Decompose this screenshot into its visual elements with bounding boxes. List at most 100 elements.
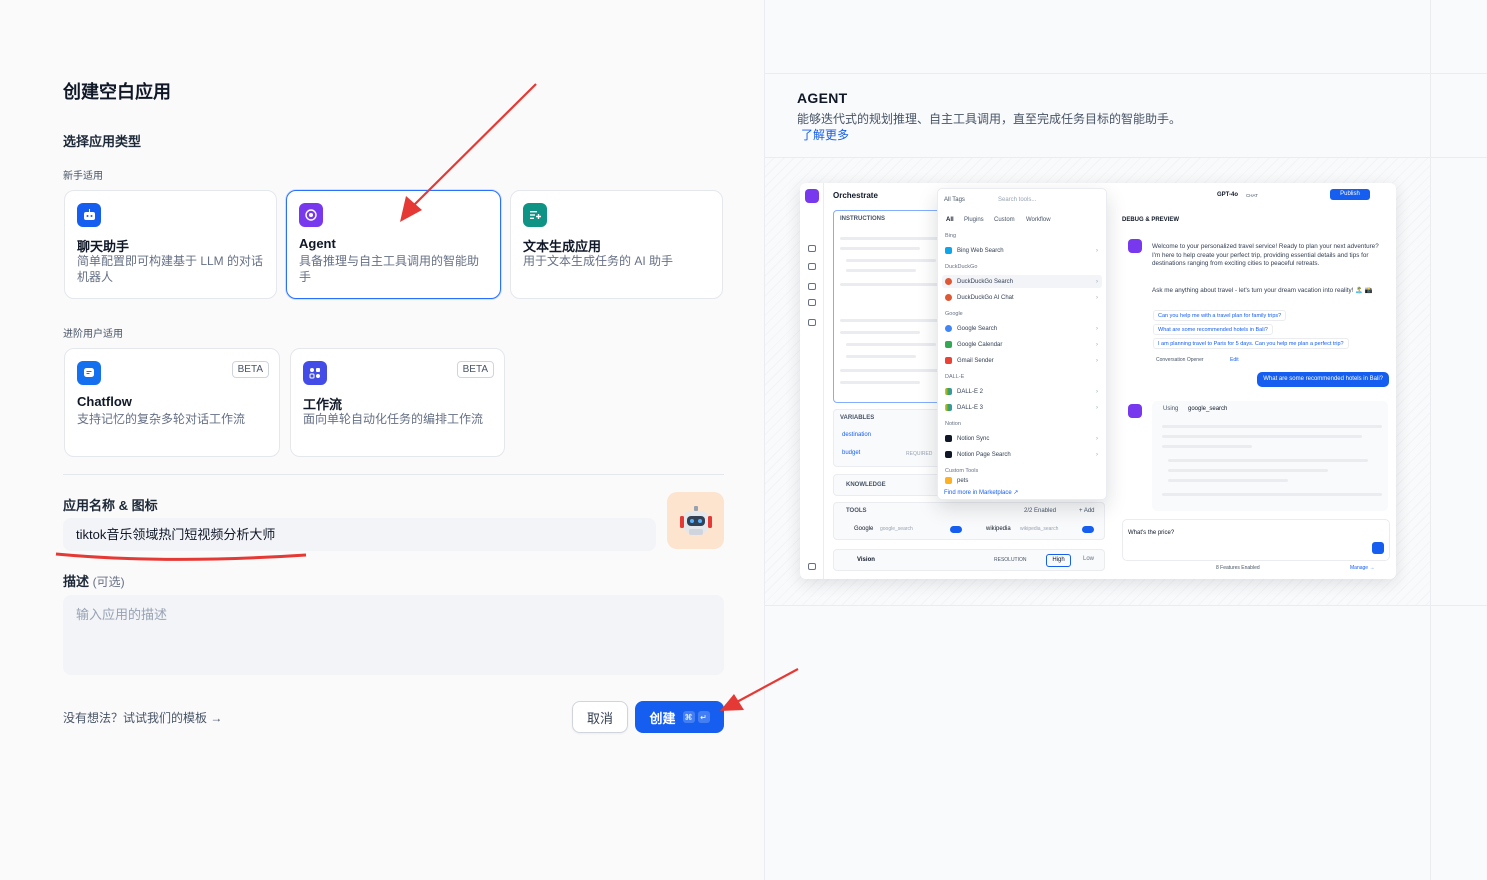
placeholder-line [840,247,920,250]
tool-name: Google Calendar [957,341,1003,348]
nav-icon [808,299,816,306]
description-label-text: 描述 [63,574,90,589]
card-description: 用于文本生成任务的 AI 助手 [523,254,674,268]
tab-all: All [946,217,954,223]
tool-name: DALL-E 2 [957,388,984,395]
find-more-link: Find more in Marketplace ↗ [944,490,1019,496]
notion-icon [945,435,952,442]
app-type-card-chatflow[interactable]: BETA Chatflow 支持记忆的复杂多轮对话工作流 [64,348,280,457]
bot-avatar-icon [1128,404,1142,418]
group-google: Google [945,311,963,317]
bing-icon [945,247,952,254]
nav-icon [808,283,816,290]
group-custom-tools: Custom Tools [945,468,979,474]
app-name-input[interactable]: tiktok音乐领域热门短视频分析大师 [63,518,656,551]
placeholder-line [840,237,940,240]
description-label: 描述 (可选) [63,571,125,590]
placeholder-line [840,331,920,334]
enter-key-icon: ↵ [697,711,710,723]
chat-bot-icon [77,203,101,227]
collapse-icon [808,563,816,570]
app-type-card-workflow[interactable]: BETA 工作流 面向单轮自动化任务的编排工作流 [290,348,505,457]
placeholder-line [1162,493,1382,496]
tool-name: Notion Sync [957,435,990,442]
tool-wikipedia: wikipedia [986,526,1011,532]
tool-row: DuckDuckGo AI Chat › [942,291,1102,304]
tool-name: DALL-E 3 [957,404,984,411]
suggestion-chip: What are some recommended hotels in Bali… [1153,324,1273,335]
tool-row: Gmail Sender › [942,354,1102,367]
create-button[interactable]: 创建 ⌘ ↵ [635,701,724,733]
edit-opener-link: Edit [1230,357,1239,363]
gmail-icon [945,357,952,364]
duckduckgo-icon [945,294,952,301]
toggle-switch [1082,526,1094,533]
chevron-right-icon: › [1096,404,1098,411]
preview-title: AGENT [797,90,848,106]
required-tag: REQUIRED [906,451,933,457]
app-type-card-chatbot[interactable]: 聊天助手 简单配置即可构建基于 LLM 的对话机器人 [64,190,277,299]
toggle-switch [950,526,962,533]
learn-more-link[interactable]: 了解更多 [801,126,849,143]
card-title: Agent [299,236,336,251]
tool-row: DALL-E 2 › [942,385,1102,398]
cancel-button[interactable]: 取消 [572,701,628,733]
create-button-label: 创建 [649,710,676,726]
placeholder-line [840,319,940,322]
vision-label: Vision [857,557,875,563]
vision-box: Vision RESOLUTION High Low [833,549,1105,571]
template-link-text: 没有想法？试试我们的模板 [63,711,208,725]
placeholder-line [1168,459,1368,462]
tools-box: TOOLS 2/2 Enabled + Add Google google_se… [833,502,1105,540]
using-tool-name: google_search [1188,406,1228,412]
app-type-card-text-generation[interactable]: 文本生成应用 用于文本生成任务的 AI 助手 [510,190,723,299]
beta-badge: BETA [231,361,269,378]
tool-name: Gmail Sender [957,357,994,364]
placeholder-line [846,355,916,358]
app-name-label: 应用名称 & 图标 [63,498,158,513]
nav-icon [808,319,816,326]
grid-line [765,73,1487,74]
chevron-right-icon: › [1096,388,1098,395]
description-textarea[interactable]: 输入应用的描述 [63,595,724,675]
tools-enabled-count: 2/2 Enabled [1024,508,1057,514]
card-description: 简单配置即可构建基于 LLM 的对话机器人 [77,254,264,284]
beta-badge: BETA [456,361,494,378]
variable-budget: budget [842,450,861,456]
welcome-message: Welcome to your personalized travel serv… [1152,243,1379,267]
group-dalle: DALL-E [945,374,965,380]
orchestrate-heading: Orchestrate [833,191,878,200]
app-icon-picker[interactable] [667,492,724,549]
all-tags-filter: All Tags [944,197,965,203]
publish-button: Publish [1330,189,1370,200]
nav-icon [808,245,816,252]
tool-row: DALL-E 3 › [942,401,1102,414]
tool-row: Google Search › [942,322,1102,335]
model-mode: CHAT [1246,193,1258,198]
chevron-right-icon: › [1096,341,1098,348]
app-type-card-agent[interactable]: Agent 具备推理与自主工具调用的智能助手 [286,190,501,299]
tab-custom: Custom [994,217,1015,223]
tool-name: DuckDuckGo AI Chat [957,294,1014,301]
variables-label: VARIABLES [840,415,875,421]
using-tool-label: Using [1163,406,1179,412]
grid-line [1430,0,1431,880]
variable-destination: destination [842,432,872,438]
tool-name: Bing Web Search [957,247,1004,254]
preview-background: Orchestrate INSTRUCTIONS VARIABLES desti… [765,158,1430,605]
tool-row: DuckDuckGo Search › [942,275,1102,288]
text-gen-icon [523,203,547,227]
divider [63,474,724,475]
placeholder-line [846,343,936,346]
workflow-icon [303,361,327,385]
chevron-right-icon: › [1096,278,1098,285]
bot-response: Using google_search [1152,401,1388,511]
google-calendar-icon [945,341,952,348]
card-description: 面向单轮自动化任务的编排工作流 [303,412,484,426]
command-key-icon: ⌘ [682,711,695,723]
add-tool-button: + Add [1079,508,1095,514]
group-notion: Notion [945,421,961,427]
template-link[interactable]: 没有想法？试试我们的模板 → [63,709,222,726]
chatflow-icon [77,361,101,385]
tool-name: DuckDuckGo Search [957,278,1014,285]
